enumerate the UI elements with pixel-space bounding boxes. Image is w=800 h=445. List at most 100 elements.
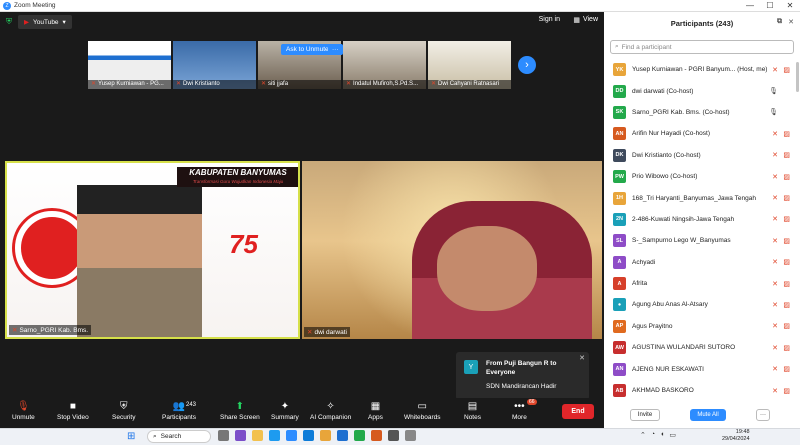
- video-off-icon: ▨: [783, 344, 790, 352]
- taskbar-search-label: Search: [160, 433, 182, 440]
- messenger-icon[interactable]: [303, 430, 314, 441]
- video-off-icon: ▨: [783, 66, 790, 74]
- participant-row[interactable]: AW AGUSTINA WULANDARI SUTORO ✕ ▨: [604, 337, 800, 358]
- participant-row[interactable]: AP Agus Prayitno ✕ ▨: [604, 316, 800, 337]
- participant-row[interactable]: YK Yusep Kurniawan - PGRI Banyum... (Host…: [604, 59, 800, 80]
- app-icon[interactable]: [337, 430, 348, 441]
- window-titlebar: Z Zoom Meeting — ☐ ✕: [0, 0, 800, 12]
- participants-count: 243: [186, 402, 197, 408]
- participant-name: Sarno_PGRI Kab. Bms. (Co-host): [632, 108, 730, 116]
- participant-name: Achyadi: [632, 258, 656, 266]
- video-thumbnail[interactable]: ✕ Indatul Mufiroh,S.Pd.S...: [343, 41, 426, 89]
- participant-row[interactable]: DK Dwi Kristianto (Co-host) ✕ ▨: [604, 145, 800, 166]
- next-page-icon[interactable]: ›: [518, 56, 536, 74]
- participant-row[interactable]: 2N 2-486-Kuwati Ningsih-Jawa Tengah ✕ ▨: [604, 209, 800, 230]
- more-button[interactable]: ••• More: [512, 400, 527, 421]
- summary-icon: ✦: [280, 401, 290, 412]
- apps-button[interactable]: ▦ Apps: [368, 400, 383, 421]
- participant-row[interactable]: PW Prio Wibowo (Co-host) ✕ ▨: [604, 166, 800, 187]
- chevron-up-icon[interactable]: ⌃: [640, 431, 646, 439]
- scrollbar[interactable]: [796, 62, 799, 92]
- mute-all-button[interactable]: Mute All: [690, 409, 726, 421]
- participant-row[interactable]: DD dwi darwati (Co-host) 🎙: [604, 80, 800, 101]
- participant-row[interactable]: 1H 168_Tri Haryanti_Banyumas_Jawa Tengah ✕…: [604, 187, 800, 208]
- event-banner: KABUPATEN BANYUMAS Transformasi Guru Wuj…: [177, 167, 298, 187]
- view-label: View: [582, 16, 598, 23]
- participant-row[interactable]: SL S-_Sampurno Lego W_Banyumas ✕ ▨: [604, 230, 800, 251]
- participant-name: Afrita: [632, 280, 648, 288]
- app-icon[interactable]: [320, 430, 331, 441]
- mic-muted-icon: ✕: [772, 237, 778, 245]
- system-clock[interactable]: 19:48 29/04/2024: [722, 429, 750, 443]
- livestream-dropdown[interactable]: ▶ YouTube ▾: [18, 15, 72, 29]
- teams-icon[interactable]: [235, 430, 246, 441]
- wifi-icon[interactable]: ◔: [651, 431, 655, 439]
- participant-row[interactable]: AN Arifin Nur Hayadi (Co-host) ✕ ▨: [604, 123, 800, 144]
- mic-muted-icon: ✕: [431, 81, 437, 87]
- participant-avatar: AN: [613, 362, 626, 376]
- invite-button[interactable]: Invite: [630, 409, 660, 421]
- ask-to-unmute-button[interactable]: Ask to Unmute: [281, 44, 334, 55]
- sign-in-link[interactable]: Sign in: [539, 16, 560, 23]
- app-icon[interactable]: [405, 430, 416, 441]
- more-badge: 66: [527, 399, 537, 405]
- search-icon: ⌕: [153, 432, 157, 440]
- windows-start-icon[interactable]: ⊞: [127, 431, 135, 442]
- mic-muted-icon: ✕: [772, 173, 778, 181]
- close-icon[interactable]: ✕: [788, 18, 794, 26]
- edge-icon[interactable]: [269, 430, 280, 441]
- battery-icon[interactable]: ▭: [669, 431, 676, 439]
- main-video-left[interactable]: KABUPATEN BANYUMAS Transformasi Guru Wuj…: [5, 161, 300, 339]
- mic-muted-icon: ✕: [772, 387, 778, 395]
- end-button[interactable]: End: [562, 404, 594, 419]
- participant-row[interactable]: AB AKHMAD BASKORO ✕ ▨: [604, 380, 800, 401]
- file-explorer-icon[interactable]: [252, 430, 263, 441]
- clock-date: 29/04/2024: [722, 436, 750, 442]
- main-video-right[interactable]: ✕ dwi darwati: [302, 161, 602, 339]
- app-icon[interactable]: [354, 430, 365, 441]
- app-icon[interactable]: [388, 430, 399, 441]
- video-thumbnail[interactable]: ✕ Yusep Kurniawan - PG...: [88, 41, 171, 89]
- task-view-icon[interactable]: [218, 430, 229, 441]
- chat-notification[interactable]: Y From Puji Bangun R to Everyone SDN Man…: [456, 352, 589, 400]
- zoom-app-icon[interactable]: [286, 430, 297, 441]
- maximize-button[interactable]: ☐: [760, 0, 780, 12]
- panel-more-button[interactable]: ···: [756, 409, 770, 421]
- stop-video-button[interactable]: ■ Stop Video: [57, 400, 89, 421]
- ai-companion-button[interactable]: ✧ AI Companion: [310, 400, 351, 421]
- security-button[interactable]: ⛨ Security: [112, 400, 135, 421]
- video-thumbnail[interactable]: ✕ Dwi Kristianto: [173, 41, 256, 89]
- speaker-icon[interactable]: ◖: [660, 431, 664, 439]
- whiteboards-button[interactable]: ▭ Whiteboards: [404, 400, 441, 421]
- mic-muted-icon: ✕: [772, 216, 778, 224]
- shield-icon[interactable]: ⛨: [6, 17, 12, 27]
- chrome-icon[interactable]: [371, 430, 382, 441]
- popout-icon[interactable]: ⧉: [777, 18, 782, 26]
- speaker-video: [77, 185, 202, 337]
- participant-name: Yusep Kurniawan - PG...: [98, 81, 164, 87]
- unmute-button[interactable]: 🎙 Unmute: [12, 400, 35, 421]
- thumbnail-more-button[interactable]: ···: [328, 44, 343, 55]
- close-button[interactable]: ✕: [780, 0, 800, 12]
- participant-row[interactable]: A Afrita ✕ ▨: [604, 273, 800, 294]
- participant-row[interactable]: ● Agung Abu Anas Al-Atsary ✕ ▨: [604, 294, 800, 315]
- livestream-label: YouTube: [33, 18, 59, 26]
- summary-button[interactable]: ✦ Summary: [271, 400, 299, 421]
- mic-muted-icon: ✕: [772, 152, 778, 160]
- taskbar-search[interactable]: ⌕ Search: [147, 430, 211, 443]
- video-thumbnail[interactable]: ✕ Dwi Cahyani Ratnasari: [428, 41, 511, 89]
- mic-icon: 🎙: [769, 109, 778, 117]
- notes-label: Notes: [464, 414, 481, 421]
- grid-icon: ▦: [573, 17, 580, 24]
- minimize-button[interactable]: —: [740, 0, 760, 12]
- participant-avatar: AB: [613, 384, 626, 398]
- view-button[interactable]: ▦ View: [573, 16, 598, 24]
- notes-button[interactable]: ▤ Notes: [464, 400, 481, 421]
- share-screen-button[interactable]: ⬆ Share Screen: [220, 400, 260, 421]
- meeting-topbar: ⛨ ▶ YouTube ▾ Sign in ▦ View: [0, 12, 604, 32]
- participant-row[interactable]: A Achyadi ✕ ▨: [604, 252, 800, 273]
- participant-row[interactable]: SK Sarno_PGRI Kab. Bms. (Co-host) 🎙: [604, 102, 800, 123]
- participant-search-input[interactable]: ⌕ Find a participant: [610, 40, 794, 54]
- chat-close-button[interactable]: ✕: [579, 354, 585, 362]
- participant-row[interactable]: AN AJENG NUR ESKAWATI ✕ ▨: [604, 358, 800, 379]
